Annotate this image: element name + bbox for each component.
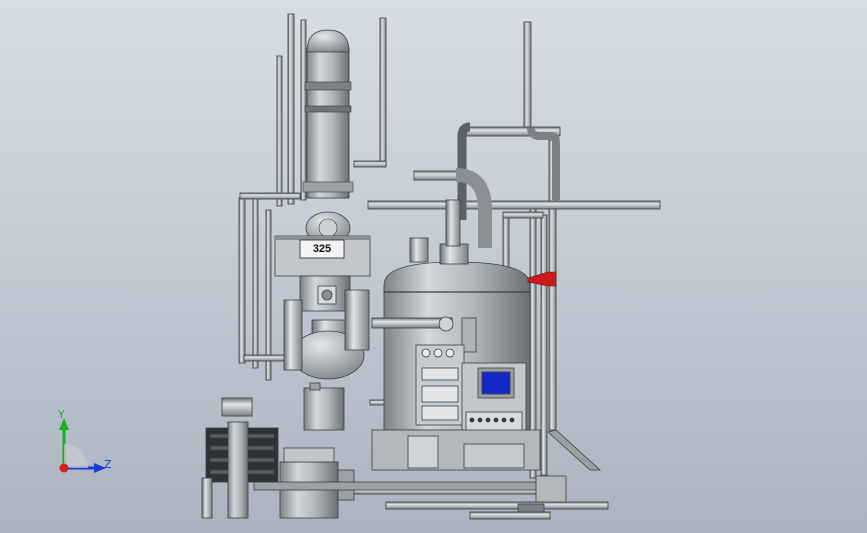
origin-dot — [60, 464, 69, 473]
lower-left-equipment — [202, 398, 278, 518]
z-axis-label: Z — [104, 458, 112, 471]
reboiler-assembly — [284, 276, 369, 430]
y-axis-label: Y — [58, 408, 65, 421]
graphics-viewport[interactable]: 325 Y Z — [0, 0, 867, 533]
coordinate-triad: Y Z — [48, 408, 118, 484]
plant-assembly-model[interactable] — [0, 0, 867, 533]
component-label: 325 — [303, 242, 341, 257]
distillation-column — [303, 30, 353, 244]
